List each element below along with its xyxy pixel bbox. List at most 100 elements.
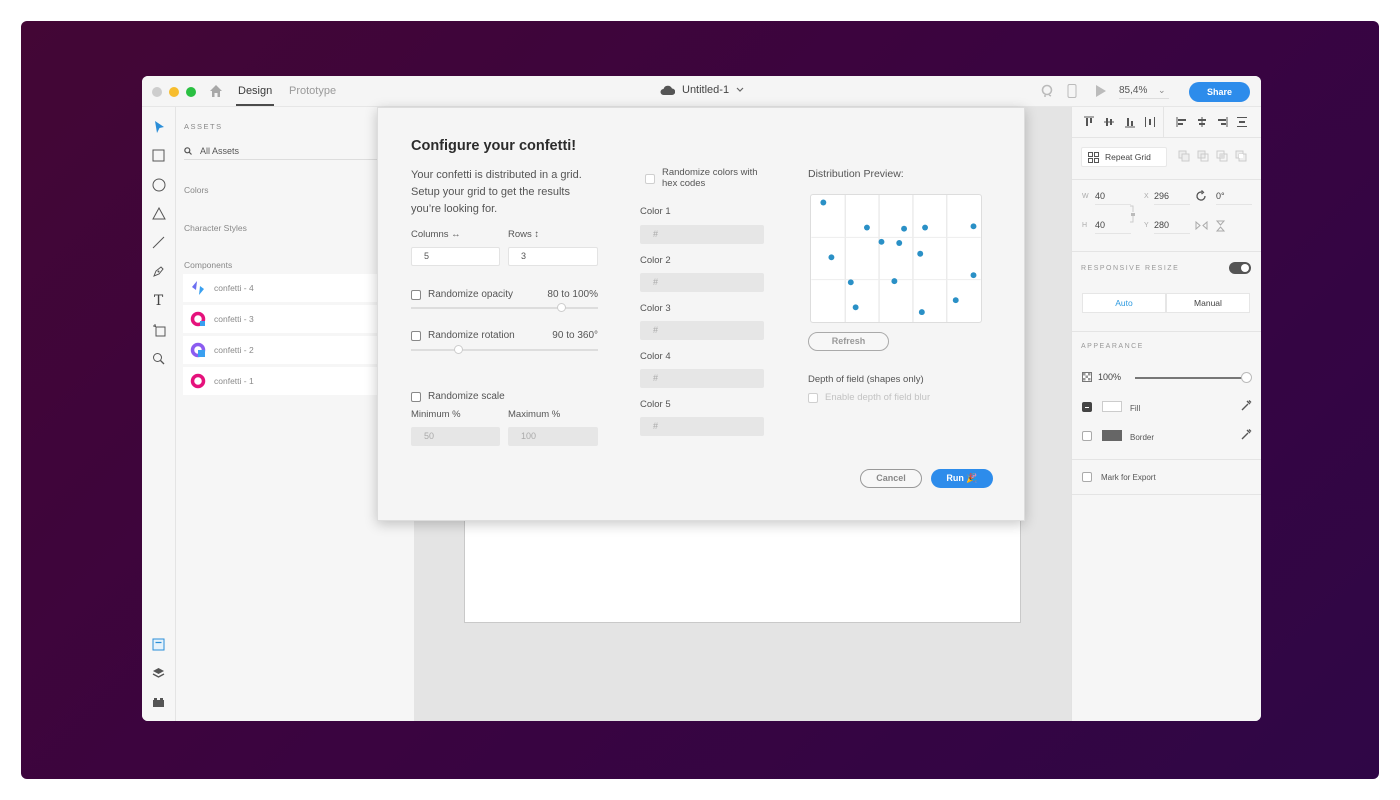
height-input[interactable]: 40 xyxy=(1095,220,1131,234)
rotation-range-thumb[interactable] xyxy=(453,345,463,354)
lock-aspect-icon[interactable] xyxy=(1130,205,1136,223)
color-1-label: Color 1 xyxy=(640,206,671,217)
zoom-dropdown-icon[interactable]: ⌄ xyxy=(1158,85,1166,96)
fill-checkbox[interactable] xyxy=(1082,402,1092,412)
repeat-grid-button[interactable]: Repeat Grid xyxy=(1081,147,1167,167)
active-tab-indicator xyxy=(236,104,274,106)
color-4-input[interactable]: # xyxy=(640,369,764,388)
tab-prototype[interactable]: Prototype xyxy=(289,85,336,97)
minimize-window-button[interactable] xyxy=(169,87,179,97)
y-input[interactable]: 280 xyxy=(1154,220,1190,234)
align-right-icon[interactable] xyxy=(1216,116,1228,128)
minimum-input[interactable]: 50 xyxy=(411,427,500,446)
opacity-range-thumb[interactable] xyxy=(556,303,566,312)
chevron-down-icon xyxy=(736,87,744,92)
fill-eyedropper-icon[interactable] xyxy=(1240,399,1252,412)
align-bottom-icon[interactable] xyxy=(1124,116,1136,128)
flip-vertical-icon[interactable] xyxy=(1216,220,1225,232)
artboard-icon[interactable] xyxy=(151,322,166,337)
confetti-1-icon xyxy=(190,373,206,389)
fill-swatch[interactable] xyxy=(1102,401,1122,412)
layers-icon[interactable] xyxy=(151,666,166,681)
color-5-input[interactable]: # xyxy=(640,417,764,436)
rotation-input[interactable]: 0° xyxy=(1216,191,1252,205)
responsive-resize-toggle[interactable] xyxy=(1229,262,1251,274)
depth-of-field-label: Depth of field (shapes only) xyxy=(808,374,924,385)
color-2-input[interactable]: # xyxy=(640,273,764,292)
align-center-icon[interactable] xyxy=(1196,116,1208,128)
opacity-slider-track[interactable] xyxy=(1135,377,1245,379)
color-1-input[interactable]: # xyxy=(640,225,764,244)
refresh-button[interactable]: Refresh xyxy=(808,332,889,351)
columns-input[interactable]: 5 xyxy=(411,247,500,266)
rotation-range-slider[interactable] xyxy=(411,349,598,351)
component-item[interactable]: confetti - 3 xyxy=(183,305,383,333)
component-item[interactable]: confetti - 1 xyxy=(183,367,383,395)
randomize-opacity-checkbox[interactable] xyxy=(411,290,421,300)
boolean-add-icon[interactable] xyxy=(1178,150,1190,162)
resize-auto-button[interactable]: Auto xyxy=(1082,293,1166,313)
flip-horizontal-icon[interactable] xyxy=(1195,221,1208,230)
distribute-horizontal-icon[interactable] xyxy=(1144,116,1156,128)
assets-title: ASSETS xyxy=(184,122,223,131)
component-item[interactable]: confetti - 2 xyxy=(183,336,383,364)
document-title-menu[interactable]: Untitled-1 xyxy=(660,84,744,96)
preview-confetti-dot xyxy=(820,199,827,206)
zoom-icon[interactable] xyxy=(151,351,166,366)
maximize-window-button[interactable] xyxy=(186,87,196,97)
cloud-icon xyxy=(660,85,675,95)
align-left-icon[interactable] xyxy=(1176,116,1188,128)
preview-confetti-dot xyxy=(970,223,977,230)
opacity-range-slider[interactable] xyxy=(411,307,598,309)
repeat-grid-label: Repeat Grid xyxy=(1105,152,1151,162)
border-eyedropper-icon[interactable] xyxy=(1240,428,1252,441)
pen-icon[interactable] xyxy=(151,264,166,279)
border-swatch[interactable] xyxy=(1102,430,1122,441)
randomize-colors-checkbox[interactable] xyxy=(645,174,655,184)
color-3-input[interactable]: # xyxy=(640,321,764,340)
distribute-vertical-icon[interactable] xyxy=(1236,116,1248,128)
randomize-scale-checkbox[interactable] xyxy=(411,392,421,402)
boolean-subtract-icon[interactable] xyxy=(1197,150,1209,162)
boolean-intersect-icon[interactable] xyxy=(1216,150,1228,162)
rows-input[interactable]: 3 xyxy=(508,247,598,266)
home-icon[interactable] xyxy=(209,84,223,98)
randomize-rotation-checkbox[interactable] xyxy=(411,331,421,341)
text-icon[interactable]: T xyxy=(151,293,166,309)
tool-bar: T xyxy=(142,107,176,721)
close-window-button[interactable] xyxy=(152,87,162,97)
assets-search[interactable]: All Assets xyxy=(184,142,379,160)
device-preview-icon[interactable] xyxy=(1067,84,1077,98)
polygon-icon[interactable] xyxy=(151,206,166,221)
document-title: Untitled-1 xyxy=(682,84,730,96)
share-button[interactable]: Share xyxy=(1189,82,1250,102)
border-checkbox[interactable] xyxy=(1082,431,1092,441)
cancel-button[interactable]: Cancel xyxy=(860,469,922,488)
boolean-exclude-icon[interactable] xyxy=(1235,150,1247,162)
play-icon[interactable] xyxy=(1095,84,1107,98)
align-middle-icon[interactable] xyxy=(1103,116,1115,128)
x-input[interactable]: 296 xyxy=(1154,191,1190,205)
assets-icon[interactable] xyxy=(151,637,166,652)
resize-manual-button[interactable]: Manual xyxy=(1166,293,1250,313)
plugins-icon[interactable] xyxy=(151,695,166,710)
maximum-input[interactable]: 100 xyxy=(508,427,598,446)
depth-of-field-checkbox[interactable] xyxy=(808,393,818,403)
tab-design[interactable]: Design xyxy=(238,85,272,97)
align-top-icon[interactable] xyxy=(1083,116,1095,128)
component-item[interactable]: confetti - 4 xyxy=(183,274,383,302)
ellipse-icon[interactable] xyxy=(151,177,166,192)
preview-confetti-dot xyxy=(901,225,908,232)
color-4-label: Color 4 xyxy=(640,351,671,362)
rectangle-icon[interactable] xyxy=(151,148,166,163)
run-button[interactable]: Run 🎉 xyxy=(931,469,993,488)
minimum-label: Minimum % xyxy=(411,409,461,420)
share-preview-icon[interactable] xyxy=(1040,84,1054,98)
dialog-title: Configure your confetti! xyxy=(411,138,577,154)
width-input[interactable]: 40 xyxy=(1095,191,1131,205)
opacity-slider-thumb[interactable] xyxy=(1241,372,1252,383)
line-icon[interactable] xyxy=(151,235,166,250)
select-icon[interactable] xyxy=(151,119,166,134)
opacity-input[interactable]: 100% xyxy=(1098,372,1121,382)
mark-for-export-checkbox[interactable] xyxy=(1082,472,1092,482)
